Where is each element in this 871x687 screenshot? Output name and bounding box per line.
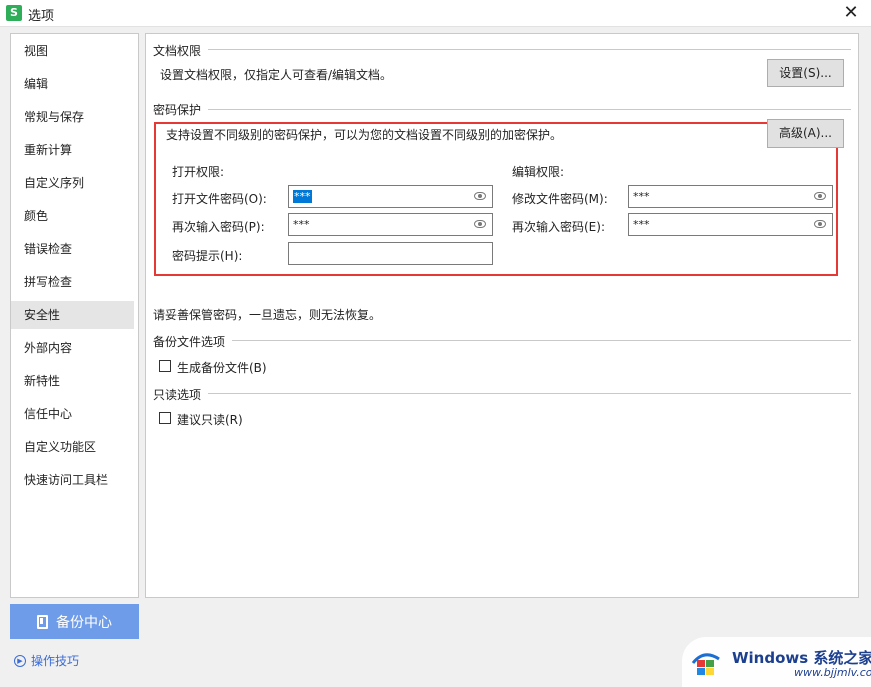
open-password-field[interactable]: *** bbox=[288, 185, 493, 208]
eye-icon[interactable] bbox=[814, 192, 826, 200]
window-title: 选项 bbox=[28, 9, 55, 24]
readonly-options-title: 只读选项 bbox=[153, 388, 202, 402]
modify-confirm-label: 再次输入密码(E): bbox=[512, 220, 605, 234]
password-hint-field[interactable] bbox=[288, 242, 493, 265]
password-hint-label: 密码提示(H): bbox=[172, 249, 243, 263]
divider bbox=[208, 393, 851, 394]
sidebar-item[interactable]: 信任中心 bbox=[11, 400, 134, 428]
generate-backup-checkbox[interactable] bbox=[159, 360, 171, 372]
backup-icon bbox=[37, 614, 48, 629]
play-icon: ▶ bbox=[14, 654, 26, 667]
suggest-readonly-label[interactable]: 建议只读(R) bbox=[177, 411, 243, 428]
sidebar-item[interactable]: 编辑 bbox=[11, 70, 134, 98]
tips-link[interactable]: ▶ 操作技巧 bbox=[14, 652, 79, 669]
divider bbox=[208, 109, 851, 110]
edit-permission-heading: 编辑权限: bbox=[512, 165, 565, 179]
open-password-value: *** bbox=[293, 190, 312, 203]
open-permission-heading: 打开权限: bbox=[172, 165, 225, 179]
divider bbox=[208, 49, 851, 50]
sidebar-item[interactable]: 颜色 bbox=[11, 202, 134, 230]
modify-password-value: *** bbox=[633, 190, 650, 203]
advanced-button[interactable]: 高级(A)... bbox=[767, 119, 844, 148]
app-icon: S bbox=[6, 5, 22, 21]
sidebar-item[interactable]: 外部内容 bbox=[11, 334, 134, 362]
modify-confirm-value: *** bbox=[633, 218, 650, 231]
backup-center-label: 备份中心 bbox=[56, 614, 112, 631]
eye-icon[interactable] bbox=[474, 220, 486, 228]
divider bbox=[232, 340, 851, 341]
doc-permission-desc: 设置文档权限，仅指定人可查看/编辑文档。 bbox=[160, 68, 393, 82]
generate-backup-label[interactable]: 生成备份文件(B) bbox=[177, 359, 267, 376]
modify-password-field[interactable]: *** bbox=[628, 185, 833, 208]
modify-password-label: 修改文件密码(M): bbox=[512, 192, 608, 206]
settings-button[interactable]: 设置(S)... bbox=[767, 59, 844, 87]
eye-icon[interactable] bbox=[814, 220, 826, 228]
suggest-readonly-checkbox[interactable] bbox=[159, 412, 171, 424]
title-bar: S 选项 ✕ bbox=[0, 0, 871, 27]
settings-panel: 文档权限 设置文档权限，仅指定人可查看/编辑文档。 设置(S)... 密码保护 … bbox=[145, 33, 859, 598]
open-password-label: 打开文件密码(O): bbox=[172, 192, 267, 206]
open-confirm-label: 再次输入密码(P): bbox=[172, 220, 265, 234]
password-protection-desc: 支持设置不同级别的密码保护，可以为您的文档设置不同级别的加密保护。 bbox=[166, 128, 563, 142]
backup-options-title: 备份文件选项 bbox=[153, 335, 226, 349]
sidebar-item[interactable]: 快速访问工具栏 bbox=[11, 466, 134, 494]
sidebar-item[interactable]: 错误检查 bbox=[11, 235, 134, 263]
password-protection-title: 密码保护 bbox=[153, 103, 202, 117]
backup-center-button[interactable]: 备份中心 bbox=[10, 604, 139, 639]
watermark-brand: Windows 系统之家 bbox=[732, 649, 871, 667]
watermark-url: www.bjjmlv.com bbox=[794, 666, 871, 679]
modify-confirm-field[interactable]: *** bbox=[628, 213, 833, 236]
sidebar-item[interactable]: 视图 bbox=[11, 37, 134, 65]
eye-icon[interactable] bbox=[474, 192, 486, 200]
open-confirm-value: *** bbox=[293, 218, 310, 231]
open-confirm-field[interactable]: *** bbox=[288, 213, 493, 236]
sidebar-item[interactable]: 自定义序列 bbox=[11, 169, 134, 197]
sidebar-item[interactable]: 常规与保存 bbox=[11, 103, 134, 131]
sidebar-item[interactable]: 重新计算 bbox=[11, 136, 134, 164]
close-button[interactable]: ✕ bbox=[841, 3, 861, 23]
tips-label: 操作技巧 bbox=[31, 654, 80, 668]
doc-permission-title: 文档权限 bbox=[153, 44, 202, 58]
sidebar-item[interactable]: 自定义功能区 bbox=[11, 433, 134, 461]
sidebar-item[interactable]: 拼写检查 bbox=[11, 268, 134, 296]
windows-logo-icon bbox=[691, 653, 720, 675]
sidebar-item[interactable]: 新特性 bbox=[11, 367, 134, 395]
watermark: Windows 系统之家 www.bjjmlv.com bbox=[682, 637, 871, 687]
sidebar-nav: 视图编辑常规与保存重新计算自定义序列颜色错误检查拼写检查安全性外部内容新特性信任… bbox=[10, 33, 139, 598]
sidebar-item[interactable]: 安全性 bbox=[11, 301, 134, 329]
password-warning: 请妥善保管密码，一旦遗忘，则无法恢复。 bbox=[153, 308, 382, 322]
